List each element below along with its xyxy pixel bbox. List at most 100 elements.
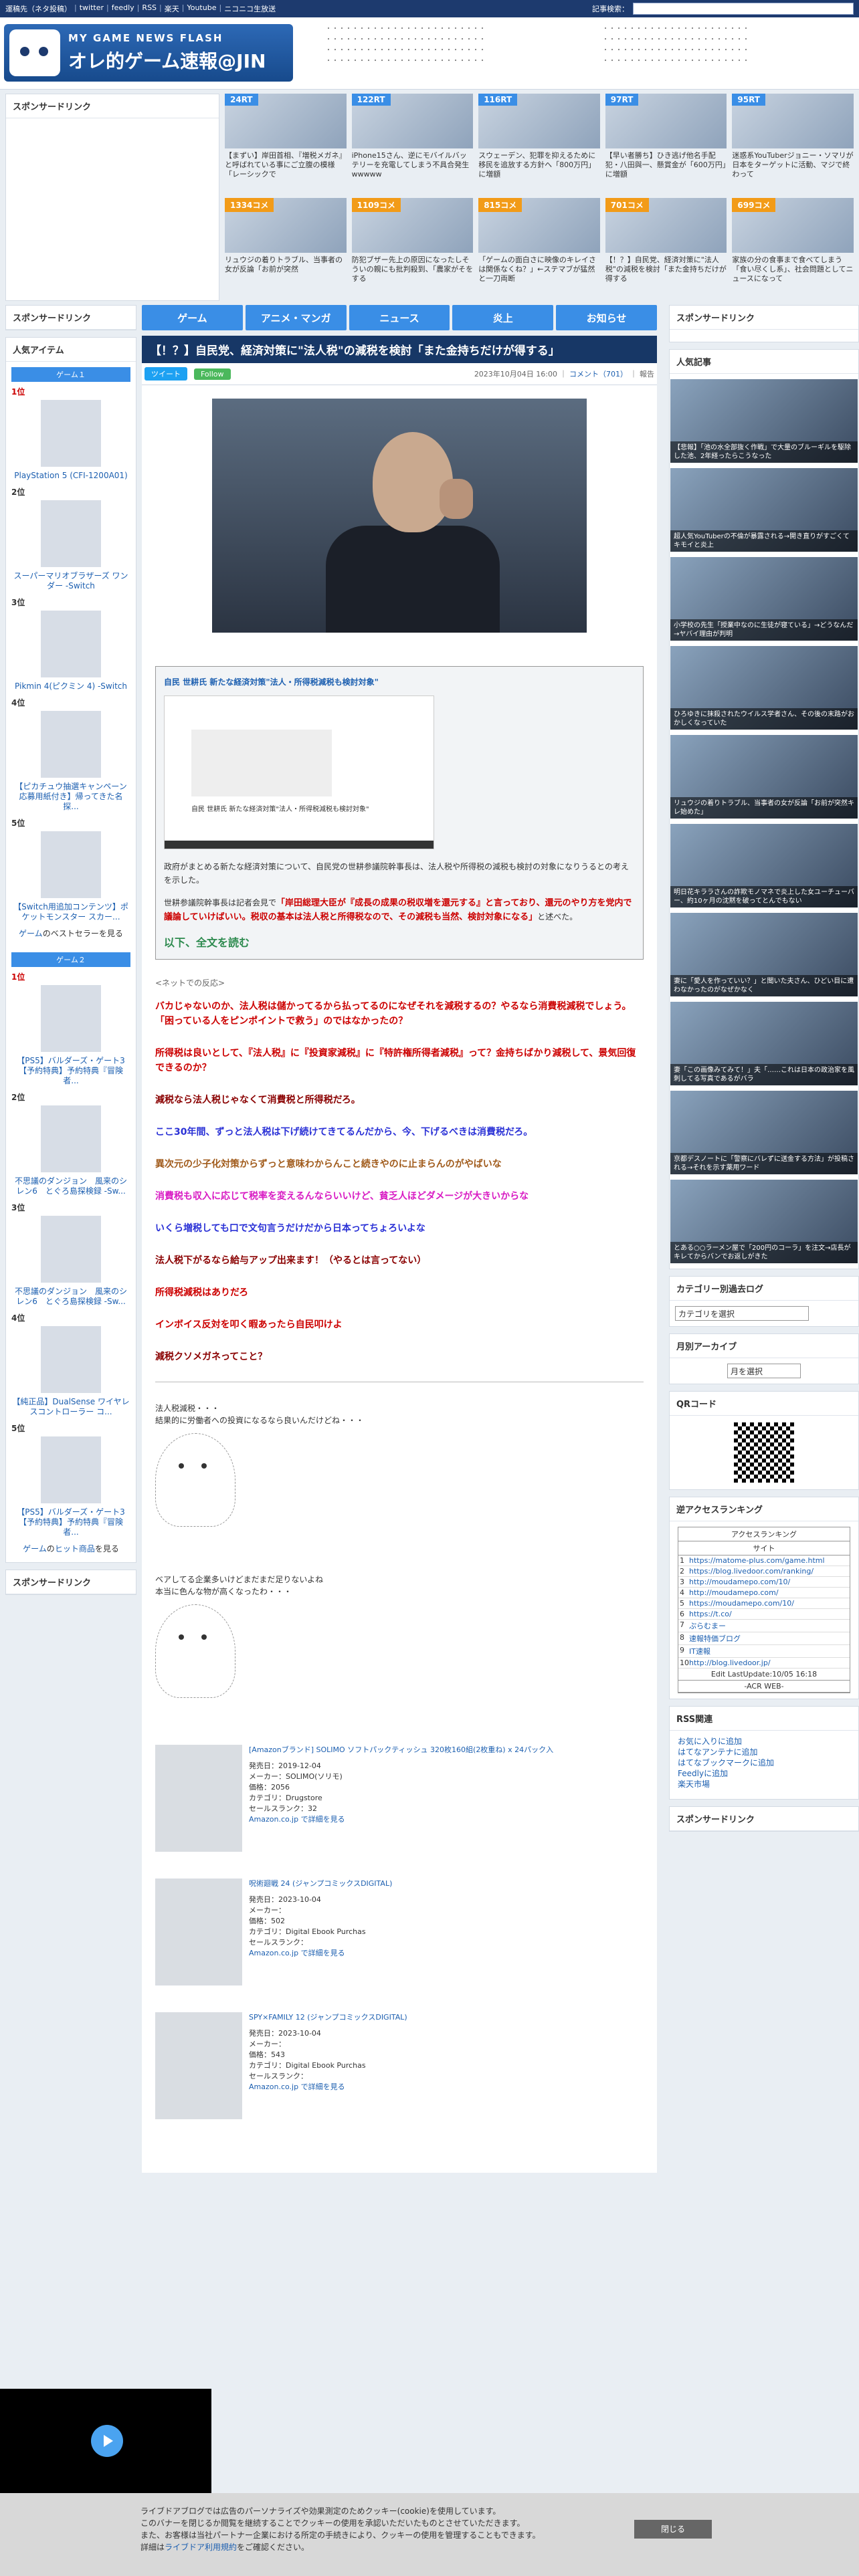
popular-article[interactable]: ひろゆきに抹殺されたウイルス学者さん、その後の末路がおかしくなっていた <box>670 646 858 730</box>
item-name[interactable]: 不思議のダンジョン 風来のシレン6 とぐろ島探検録 -Sw... <box>11 1176 130 1196</box>
popular-article-caption[interactable]: ひろゆきに抹殺されたウイルス学者さん、その後の末路がおかしくなっていた <box>670 708 858 730</box>
ranking-caption[interactable]: 【早い者勝ち】ひき逃げ他名手配犯・八田與一、懸賞金が「600万円」に増額 <box>605 151 727 189</box>
tweet-button[interactable]: ツイート <box>145 367 187 381</box>
access-link[interactable]: https://t.co/ <box>689 1610 732 1618</box>
popular-article-caption[interactable]: 超人気YouTuberの不倫が暴露される→開き直りがすごくてキモイと炎上 <box>670 530 858 552</box>
month-select[interactable]: 月を選択 <box>727 1364 801 1378</box>
item-name[interactable]: 【純正品】DualSense ワイヤレスコントローラー コ... <box>11 1397 130 1417</box>
top-link[interactable]: 楽天 <box>165 3 179 14</box>
popular-item[interactable]: 1位 PlayStation 5 (CFI-1200A01) <box>6 386 136 486</box>
item-image[interactable] <box>41 711 101 778</box>
ranking-thumbnail[interactable]: 699コメ <box>732 198 854 253</box>
ranking-thumbnail[interactable]: 122RT <box>351 94 474 148</box>
rss-link[interactable]: 楽天市場 <box>678 1779 850 1790</box>
ranking-card[interactable]: 1334コメ リュウジの着りトラブル、当事者の女が反論「お前が突然 <box>225 198 347 297</box>
popular-item[interactable]: 2位 不思議のダンジョン 風来のシレン6 とぐろ島探検録 -Sw... <box>6 1091 136 1202</box>
ranking-card[interactable]: 97RT 【早い者勝ち】ひき逃げ他名手配犯・八田與一、懸賞金が「600万円」に増額 <box>605 94 727 193</box>
top-link[interactable]: RSS <box>142 3 157 14</box>
popular-article[interactable]: 妻「この画像みてみて！」夫「……これは日本の政治家を風刺してる写真であるがバラ <box>670 1002 858 1085</box>
quote-title[interactable]: 自民 世耕氏 新たな経済対策"法人・所得税減税も検討対象" <box>164 676 635 687</box>
product-image[interactable] <box>155 2012 242 2119</box>
top-link[interactable]: ニコニコ生放送 <box>224 3 276 14</box>
item-image[interactable] <box>41 1436 101 1503</box>
popular-article-caption[interactable]: 京都デスノートに「警察にバレずに送金する方法」が投稿される→それを示す薬用ワード <box>670 1153 858 1174</box>
item-name[interactable]: Pikmin 4(ピクミン 4) -Switch <box>11 681 130 691</box>
popular-item[interactable]: 1位 【PS5】バルダーズ・ゲート3【予約特典】予約特典『冒険者... <box>6 971 136 1091</box>
floating-video-player[interactable] <box>0 2389 211 2493</box>
ranking-card[interactable]: 701コメ 【！？】自民党、経済対策に"法人税"の減税を検討「また金持ちだけが得す… <box>605 198 727 297</box>
nav-tab[interactable]: ニュース <box>349 305 450 330</box>
item-image[interactable] <box>41 1105 101 1172</box>
ranking-caption[interactable]: 家族の分の食事まで食べてしまう「食い尽くし系」、社会問題としてニュースになって <box>732 255 854 293</box>
rss-link[interactable]: はてなアンテナに追加 <box>678 1747 850 1757</box>
popular-item[interactable]: 5位 【PS5】バルダーズ・ゲート3【予約特典】予約特典『冒険者... <box>6 1422 136 1543</box>
ranking-caption[interactable]: 【！？】自民党、経済対策に"法人税"の減税を検討「また金持ちだけが得する <box>605 255 727 293</box>
popular-item[interactable]: 2位 スーパーマリオブラザーズ ワンダー -Switch <box>6 486 136 597</box>
nav-tab[interactable]: 炎上 <box>452 305 554 330</box>
read-more-link[interactable]: 以下、全文を読む <box>164 934 635 950</box>
item-name[interactable]: スーパーマリオブラザーズ ワンダー -Switch <box>11 571 130 591</box>
product-link[interactable]: Amazon.co.jp で詳細を見る <box>249 2082 407 2092</box>
item-image[interactable] <box>41 1326 101 1393</box>
ranking-card[interactable]: 24RT 【まずい】岸田首相、『増税メガネ』と呼ばれている事にご立腹の模様「レーシ… <box>225 94 347 193</box>
nav-tab[interactable]: お知らせ <box>556 305 657 330</box>
access-link[interactable]: http://blog.livedoor.jp/ <box>689 1658 771 1667</box>
popular-article[interactable]: 京都デスノートに「警察にバレずに送金する方法」が投稿される→それを示す薬用ワード <box>670 1091 858 1174</box>
ranking-caption[interactable]: リュウジの着りトラブル、当事者の女が反論「お前が突然 <box>225 255 347 293</box>
ranking-card[interactable]: 699コメ 家族の分の食事まで食べてしまう「食い尽くし系」、社会問題としてニュース… <box>732 198 854 297</box>
popular-article-caption[interactable]: 明日花キララさんの詐欺モノマネで炎上した女ユーチューバー、約10ヶ月の沈黙を破っ… <box>670 886 858 907</box>
popular-article[interactable]: 明日花キララさんの詐欺モノマネで炎上した女ユーチューバー、約10ヶ月の沈黙を破っ… <box>670 824 858 907</box>
ranking-thumbnail[interactable]: 97RT <box>605 94 727 148</box>
popular-article-caption[interactable]: 妻に「愛人を作っていい？」と聞いた夫さん、ひどい目に遭わなかったのがなぜかなく <box>670 975 858 996</box>
access-ranking-brand[interactable]: -ACR WEB- <box>678 1681 850 1693</box>
ranking-thumbnail[interactable]: 24RT <box>225 94 347 148</box>
follow-button[interactable]: Follow <box>194 368 231 380</box>
popular-article[interactable]: 小学校の先生「授業中なのに生徒が寝ている」→どうなんだ→ヤバイ理由が判明 <box>670 557 858 641</box>
top-link[interactable]: 運稿先（ネタ投稿） <box>5 3 72 14</box>
access-link[interactable]: https://blog.livedoor.com/ranking/ <box>689 1567 814 1576</box>
product-image[interactable] <box>155 1745 242 1852</box>
report-link[interactable]: 報告 <box>640 370 654 379</box>
ranking-thumbnail[interactable]: 95RT <box>732 94 854 148</box>
popular-item[interactable]: 4位 【純正品】DualSense ワイヤレスコントローラー コ... <box>6 1312 136 1422</box>
category-select[interactable]: カテゴリを選択 <box>675 1306 809 1321</box>
item-image[interactable] <box>41 611 101 677</box>
access-link[interactable]: https://moudamepo.com/10/ <box>689 1599 794 1608</box>
ranking-caption[interactable]: 「ゲームの面白さに映像のキレイさは関係なくね？」←ステマブが猛然と一刀両断 <box>478 255 600 293</box>
access-link[interactable]: http://moudamepo.com/ <box>689 1588 779 1597</box>
top-link[interactable]: feedly <box>112 3 134 14</box>
hit-items-link[interactable]: ゲームのヒット商品を見る <box>6 1543 136 1562</box>
game1-tab[interactable]: ゲーム１ <box>11 367 130 382</box>
popular-article[interactable]: 超人気YouTuberの不倫が暴露される→開き直りがすごくてキモイと炎上 <box>670 468 858 552</box>
rss-link[interactable]: はてなブックマークに追加 <box>678 1757 850 1768</box>
ranking-caption[interactable]: 迷惑系YouTuberジョニー・ソマリが日本をターゲットに活動、マジで終わって <box>732 151 854 189</box>
ranking-caption[interactable]: 【まずい】岸田首相、『増税メガネ』と呼ばれている事にご立腹の模様「レーシックで <box>225 151 347 189</box>
popular-article[interactable]: とある○○ラーメン屋で「200円のコーラ」を注文→店長がキレてからバンでお返しが… <box>670 1180 858 1263</box>
product-title[interactable]: SPY×FAMILY 12 (ジャンプコミックスDIGITAL) <box>249 2012 407 2023</box>
top-link[interactable]: twitter <box>80 3 104 14</box>
ranking-caption[interactable]: スウェーデン、犯罪を抑えるために移民を追放する方針へ「800万円」に増額 <box>478 151 600 189</box>
popular-item[interactable]: 4位 【ピカチュウ抽選キャンペーン応募用紙付き】帰ってきた名探... <box>6 697 136 817</box>
ranking-thumbnail[interactable]: 1109コメ <box>351 198 474 253</box>
ranking-caption[interactable]: iPhone15さん、逆にモバイルバッテリーを充電してしまう不具合発生wwwww <box>352 151 474 189</box>
comment-count-link[interactable]: コメント（701） <box>569 370 628 379</box>
play-icon[interactable] <box>91 2425 123 2457</box>
rss-link[interactable]: お気に入りに追加 <box>678 1736 850 1747</box>
search-input[interactable] <box>633 3 854 15</box>
product-title[interactable]: [Amazonブランド] SOLIMO ソフトパックティッシュ 320枚160組… <box>249 1745 553 1755</box>
item-name[interactable]: 【ピカチュウ抽選キャンペーン応募用紙付き】帰ってきた名探... <box>11 782 130 812</box>
item-image[interactable] <box>41 500 101 567</box>
ranking-card[interactable]: 122RT iPhone15さん、逆にモバイルバッテリーを充電してしまう不具合発生… <box>351 94 474 193</box>
product-link[interactable]: Amazon.co.jp で詳細を見る <box>249 1948 392 1959</box>
access-link[interactable]: ぷらむまー <box>689 1620 726 1631</box>
rss-link[interactable]: Feedlyに追加 <box>678 1768 850 1779</box>
site-logo[interactable]: MY GAME NEWS FLASH オレ的ゲーム速報@JIN <box>4 24 293 82</box>
game2-tab[interactable]: ゲーム２ <box>11 952 130 967</box>
popular-item[interactable]: 5位 【Switch用追加コンテンツ】ポケットモンスター スカー... <box>6 817 136 928</box>
item-name[interactable]: 【Switch用追加コンテンツ】ポケットモンスター スカー... <box>11 902 130 922</box>
nav-tab[interactable]: アニメ・マンガ <box>245 305 347 330</box>
item-image[interactable] <box>41 1216 101 1283</box>
top-link[interactable]: Youtube <box>187 3 216 14</box>
ranking-card[interactable]: 815コメ 「ゲームの面白さに映像のキレイさは関係なくね？」←ステマブが猛然と一刀… <box>478 198 600 297</box>
ranking-thumbnail[interactable]: 701コメ <box>605 198 727 253</box>
